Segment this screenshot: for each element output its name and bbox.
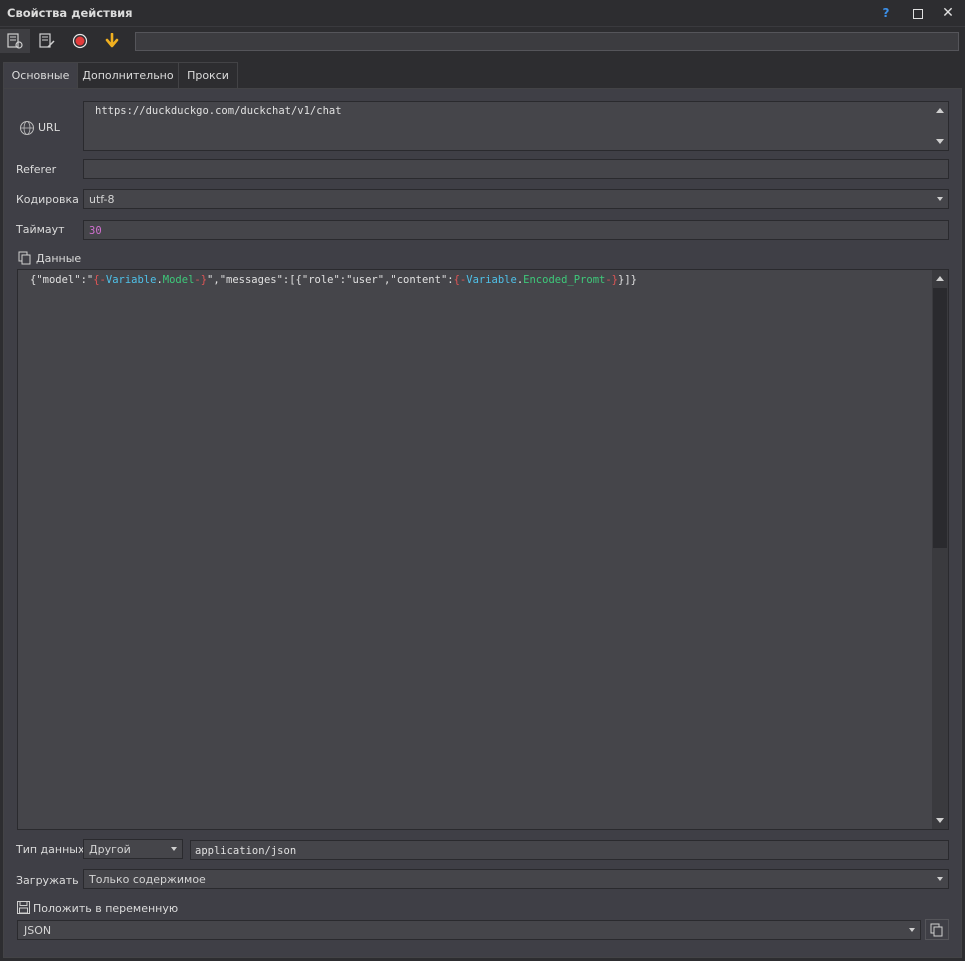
- variable-keyword: Variable: [466, 274, 517, 286]
- referer-input[interactable]: [83, 159, 949, 179]
- save-var-value: JSON: [24, 924, 52, 937]
- window-titlebar: Свойства действия ? ✕: [0, 0, 965, 27]
- encoding-select[interactable]: utf-8: [83, 189, 949, 209]
- window-title: Свойства действия: [7, 6, 133, 20]
- variable-name: Encoded_Promt: [523, 274, 606, 286]
- content-type-value: Другой: [89, 843, 131, 856]
- timeout-input[interactable]: 30: [83, 220, 949, 240]
- properties-settings-button[interactable]: [0, 29, 30, 53]
- variable-name: Model: [162, 274, 195, 286]
- url-value: https://duckduckgo.com/duckchat/v1/chat: [95, 105, 342, 117]
- mime-type-value: application/json: [195, 845, 297, 857]
- timeout-label: Таймаут: [16, 223, 65, 236]
- record-icon: [72, 33, 88, 49]
- record-button[interactable]: [65, 29, 95, 53]
- url-scrollbar[interactable]: [932, 102, 948, 150]
- copy-icon: [18, 251, 31, 265]
- variable-brace-open: {-: [93, 274, 106, 286]
- chevron-down-icon: [171, 847, 177, 851]
- json-token: }]}: [618, 274, 637, 286]
- maximize-button[interactable]: [907, 3, 929, 23]
- www-icon: [20, 121, 34, 135]
- json-token: {"model":": [30, 274, 94, 286]
- data-content: {"model":"{-Variable.Model-}","messages"…: [30, 274, 637, 286]
- save-icon: [17, 901, 30, 914]
- copy-icon: [930, 923, 943, 937]
- tab-main[interactable]: Основные: [3, 62, 78, 90]
- variable-brace-open: {-: [453, 274, 467, 286]
- timeout-value: 30: [89, 225, 102, 237]
- data-label: Данные: [36, 252, 82, 265]
- url-field[interactable]: https://duckduckgo.com/duckchat/v1/chat: [83, 101, 949, 151]
- scroll-down-icon: [936, 818, 944, 823]
- save-var-select[interactable]: JSON: [17, 920, 921, 940]
- encoding-label: Кодировка: [16, 193, 79, 206]
- download-arrow-icon: [105, 33, 119, 48]
- chevron-down-icon: [937, 197, 943, 201]
- scroll-thumb[interactable]: [933, 288, 947, 548]
- close-button[interactable]: ✕: [937, 3, 959, 23]
- save-var-label: Положить в переменную: [33, 902, 179, 915]
- copy-variable-button[interactable]: [925, 919, 949, 940]
- json-token: ","messages":[{"role":"user","content":: [207, 274, 454, 286]
- variable-keyword: Variable: [105, 274, 157, 286]
- content-type-select[interactable]: Другой: [83, 839, 183, 859]
- download-button[interactable]: [97, 29, 127, 53]
- properties-settings-icon: [7, 33, 23, 49]
- content-type-label: Тип данных: [16, 843, 85, 856]
- variable-brace-close: -}: [605, 274, 618, 286]
- load-value: Только содержимое: [89, 873, 206, 886]
- data-scrollbar[interactable]: [932, 270, 948, 829]
- mime-type-input[interactable]: application/json: [190, 840, 949, 860]
- load-select[interactable]: Только содержимое: [83, 869, 949, 889]
- chevron-down-icon: [909, 928, 915, 932]
- maximize-icon: [913, 8, 923, 19]
- main-panel: URL https://duckduckgo.com/duckchat/v1/c…: [3, 88, 962, 958]
- properties-edit-button[interactable]: [32, 29, 62, 53]
- properties-edit-icon: [39, 33, 55, 48]
- scroll-down-icon: [936, 139, 944, 144]
- encoding-value: utf-8: [89, 193, 115, 206]
- scroll-up-icon: [936, 276, 944, 281]
- scroll-up-icon: [936, 108, 944, 113]
- variable-brace-close: -}: [194, 274, 208, 286]
- data-editor[interactable]: {"model":"{-Variable.Model-}","messages"…: [17, 269, 949, 830]
- tab-additional[interactable]: Дополнительно: [77, 62, 179, 88]
- tab-proxy[interactable]: Прокси: [178, 62, 238, 88]
- chevron-down-icon: [937, 877, 943, 881]
- load-label: Загружать: [16, 874, 79, 887]
- help-button[interactable]: ?: [875, 3, 897, 23]
- url-label: URL: [38, 121, 60, 134]
- action-name-input[interactable]: [135, 32, 959, 51]
- referer-label: Referer: [16, 163, 57, 176]
